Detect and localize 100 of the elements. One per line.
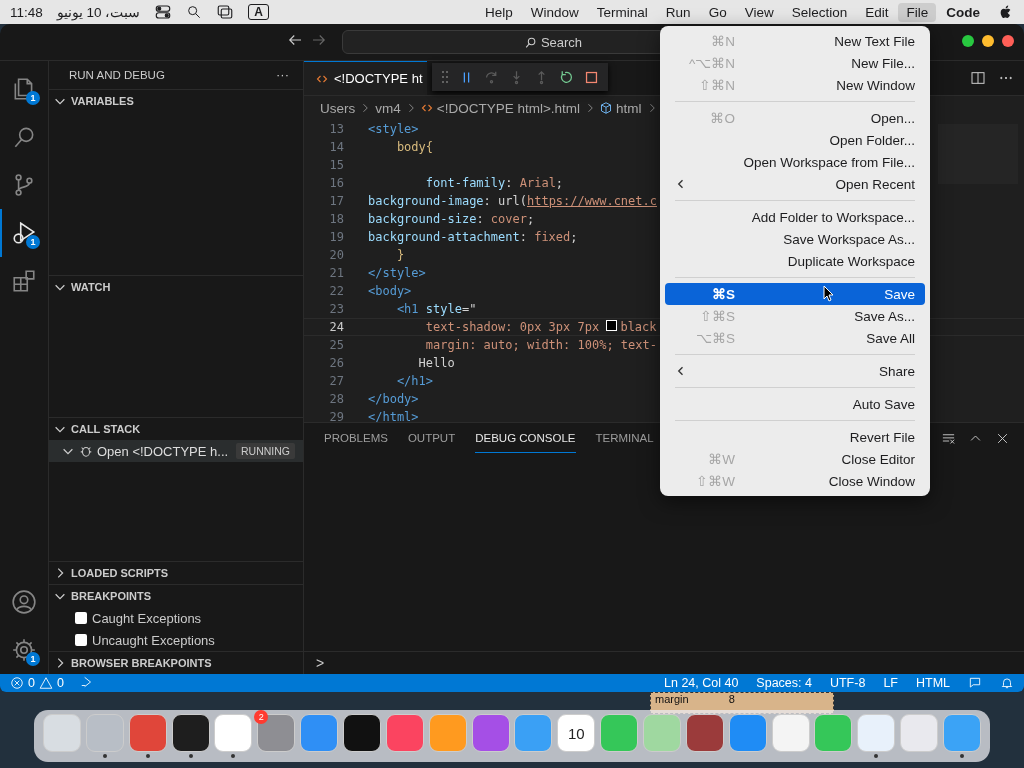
line-number: 21 <box>328 266 345 280</box>
bell-icon[interactable] <box>1000 676 1014 690</box>
count-badge: 1 <box>26 235 40 249</box>
menu-item[interactable]: ⌥⌘S Save All <box>665 327 925 349</box>
line-number: 25 <box>328 338 345 352</box>
code-line: <h1 style=" <box>395 302 477 316</box>
menu-item[interactable]: Add Folder to Workspace... <box>665 206 925 228</box>
menu-item[interactable]: ⇧⌘W Close Window <box>665 470 925 492</box>
account-icon[interactable] <box>11 589 37 615</box>
running-indicator <box>102 754 107 758</box>
menu-item[interactable]: ⇧⌘S Save As... <box>665 305 925 327</box>
menu-item[interactable]: Auto Save <box>665 393 925 415</box>
section-title[interactable]: BROWSER BREAKPOINTS <box>71 657 212 669</box>
menu-item[interactable]: Open Folder... <box>665 129 925 151</box>
breadcrumb[interactable]: Users <box>320 100 356 116</box>
running-indicator <box>188 754 193 758</box>
search-icon <box>523 35 537 49</box>
call-stack-item[interactable]: Open <!DOCTYPE h... RUNNING <box>49 440 303 462</box>
panel-tab[interactable]: OUTPUT <box>407 423 456 453</box>
menu-bar-item[interactable]: Edit <box>857 2 897 22</box>
section-title[interactable]: CALL STACK <box>71 423 141 435</box>
menu-item[interactable]: ⇧⌘N New Window <box>665 74 925 96</box>
menu-item[interactable]: Duplicate Workspace <box>665 250 925 272</box>
menu-bar-item[interactable]: Run <box>657 2 699 22</box>
warning-icon[interactable] <box>38 676 53 690</box>
menu-bar-item[interactable]: View <box>736 2 782 22</box>
more-actions-button[interactable]: ··· <box>276 67 289 82</box>
line-number: 24 <box>328 320 345 334</box>
breadcrumb[interactable]: vm4 <box>375 100 401 116</box>
window-minimize-button[interactable] <box>982 35 994 47</box>
menu-bar-item[interactable]: Help <box>477 2 521 22</box>
code-line: margin: auto; width: 100%; text- <box>424 338 657 352</box>
extensions-icon[interactable] <box>11 268 37 294</box>
split-editor-icon[interactable] <box>970 70 986 86</box>
editor-tab[interactable]: <!DOCTYPE ht <box>304 61 427 95</box>
breadcrumb[interactable]: html <box>616 100 642 116</box>
menu-item[interactable]: Share <box>665 360 925 382</box>
running-indicator <box>145 754 150 758</box>
calendar-icon[interactable]: 10 <box>557 714 596 752</box>
panel-tab[interactable]: DEBUG CONSOLE <box>475 423 576 453</box>
date[interactable]: سبت، 10 يونيو <box>56 4 141 20</box>
line-number: 29 <box>328 410 345 422</box>
menu-bar-item[interactable]: Code <box>938 2 988 22</box>
checkbox[interactable] <box>75 612 87 624</box>
error-icon[interactable] <box>10 676 24 690</box>
clock[interactable]: 11:48 <box>10 4 43 20</box>
input-source-indicator[interactable]: A <box>248 4 269 20</box>
line-number: 22 <box>328 284 345 298</box>
sidebar-title: RUN AND DEBUG <box>69 68 165 81</box>
status-item[interactable]: Ln 24, Col 40 <box>664 676 739 690</box>
menu-item[interactable]: ⌘O Open... <box>665 107 925 129</box>
section-title[interactable]: LOADED SCRIPTS <box>71 567 169 579</box>
section-title[interactable]: VARIABLES <box>71 95 134 107</box>
control-center-icon[interactable] <box>154 3 173 21</box>
restart-icon[interactable] <box>558 68 575 86</box>
run-debug-icon[interactable] <box>11 220 37 246</box>
menu-item[interactable]: Save Workspace As... <box>665 228 925 250</box>
breadcrumb[interactable]: <!DOCTYPE html>.html <box>436 100 581 116</box>
menu-item[interactable]: Open Workspace from File... <box>665 151 925 173</box>
line-number: 17 <box>328 194 345 208</box>
code-line: text-shadow: 0px 3px 7px black <box>424 320 657 334</box>
window-close-button[interactable] <box>1002 35 1014 47</box>
code-line: background-attachment: fixed; <box>368 230 578 244</box>
activity-explorer-item[interactable]: 1 <box>0 65 48 113</box>
search-icon[interactable] <box>186 4 203 20</box>
drag-grip-icon[interactable] <box>440 70 450 84</box>
activity-run-debug-item[interactable]: 1 <box>0 209 48 257</box>
line-number: 15 <box>328 158 345 172</box>
console-prompt[interactable]: > <box>316 655 325 671</box>
menu-bar-item[interactable]: Window <box>522 2 587 22</box>
menu-item[interactable]: Revert File <box>665 426 925 448</box>
panel-tab[interactable]: TERMINAL <box>595 423 654 453</box>
menu-bar-item[interactable]: Terminal <box>588 2 656 22</box>
settings-gear-icon[interactable] <box>11 637 37 663</box>
menu-item[interactable]: ^⌥⌘N New File... <box>665 52 925 74</box>
window-zoom-button[interactable] <box>962 35 974 47</box>
menu-item[interactable]: ⌘W Close Editor <box>665 448 925 470</box>
status-item[interactable]: HTML <box>915 676 950 690</box>
debug-target-icon[interactable] <box>79 674 94 689</box>
status-item[interactable]: Spaces: 4 <box>756 676 812 690</box>
running-indicator <box>231 754 236 758</box>
panel-tab[interactable]: PROBLEMS <box>324 423 388 453</box>
section-title[interactable]: WATCH <box>71 281 111 293</box>
line-number: 16 <box>328 176 345 190</box>
warning-count[interactable]: 0 <box>56 676 64 690</box>
status-item[interactable]: UTF-8 <box>829 676 866 690</box>
section-title[interactable]: BREAKPOINTS <box>71 590 152 602</box>
menu-item[interactable]: Open Recent <box>665 173 925 195</box>
checkbox[interactable] <box>75 634 87 646</box>
menu-bar-item[interactable]: Selection <box>783 2 856 22</box>
menu-item[interactable]: ⌘S Save <box>665 283 925 305</box>
menu-bar-item[interactable]: Go <box>700 2 735 22</box>
error-count[interactable]: 0 <box>28 676 35 690</box>
menu-bar-item[interactable]: File <box>898 2 937 22</box>
checkbox-label: Caught Exceptions <box>92 610 202 626</box>
color-swatch[interactable] <box>606 320 618 331</box>
feedback-icon[interactable] <box>968 676 982 690</box>
windows-icon[interactable] <box>216 3 235 21</box>
status-item[interactable]: LF <box>883 676 898 690</box>
activity-settings-item[interactable]: 1 <box>0 626 48 674</box>
